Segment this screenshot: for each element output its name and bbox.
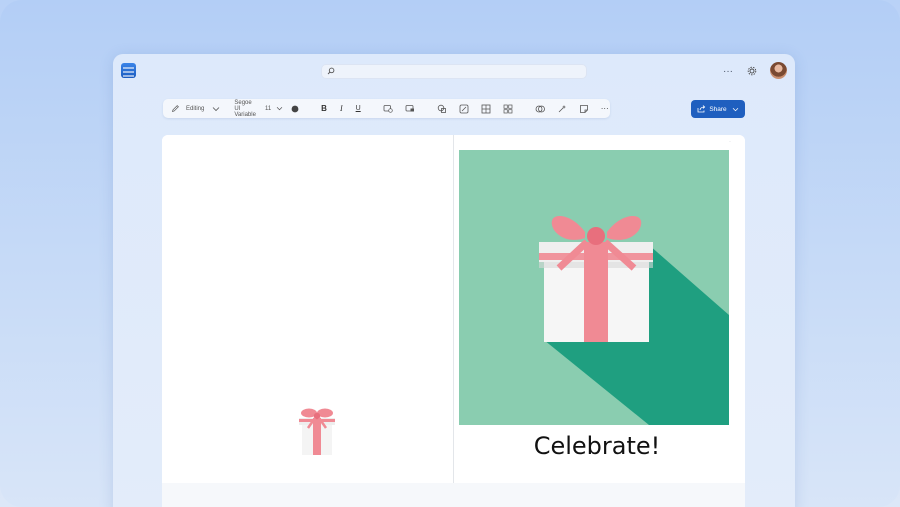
layout-grid-button[interactable] <box>503 104 513 114</box>
toolbar-more-button[interactable]: ··· <box>601 104 609 114</box>
gift-cover-image[interactable] <box>459 150 729 425</box>
grid-add-icon <box>503 104 513 113</box>
editing-mode-label: Editing <box>186 105 205 112</box>
more-options-label: ··· <box>723 65 733 77</box>
font-family-dropdown[interactable]: Segoe UI Variable <box>234 99 256 118</box>
sticker-button[interactable] <box>579 104 589 114</box>
app-window: ··· Editing Segoe UI Variable 11 B I U ·… <box>113 54 795 507</box>
font-color-button[interactable] <box>291 104 299 114</box>
desktop-background: ··· Editing Segoe UI Variable 11 B I U ·… <box>0 0 900 507</box>
picture-icon <box>405 105 414 112</box>
search-icon <box>327 67 335 75</box>
search-input[interactable] <box>321 64 587 79</box>
small-gift-image[interactable] <box>296 406 338 458</box>
cover-title[interactable]: Celebrate! <box>454 432 740 460</box>
sparkle-icon <box>558 104 566 112</box>
chevron-down-icon <box>732 107 738 111</box>
pencil-icon <box>171 105 179 113</box>
italic-label: I <box>339 104 343 113</box>
gear-icon <box>747 66 757 76</box>
chevron-down-icon <box>276 107 283 111</box>
underline-label: U <box>355 105 361 112</box>
underline-button[interactable]: U <box>356 104 361 114</box>
effects-button[interactable] <box>557 104 567 114</box>
edit-image-button[interactable] <box>459 104 469 114</box>
share-icon <box>697 105 706 113</box>
table-icon <box>481 104 491 113</box>
app-logo-icon[interactable] <box>121 63 136 78</box>
image-add-icon <box>383 105 393 113</box>
bold-button[interactable]: B <box>321 104 327 114</box>
chevron-down-icon <box>213 106 220 111</box>
shapes-button[interactable] <box>437 104 447 114</box>
toolbar-more-label: ··· <box>600 104 609 113</box>
insert-picture-button[interactable] <box>405 104 415 114</box>
font-size-label: 11 <box>264 105 272 112</box>
designer-button[interactable] <box>535 104 545 114</box>
image-edit-icon <box>459 104 469 113</box>
font-family-label: Segoe UI Variable <box>234 99 256 118</box>
bold-label: B <box>321 104 327 113</box>
sticker-icon <box>579 104 588 113</box>
shapes-icon <box>437 104 446 113</box>
font-size-dropdown[interactable]: 11 <box>265 99 283 118</box>
share-label: Share <box>709 105 727 113</box>
formatting-toolbar: Editing Segoe UI Variable 11 B I U ··· <box>163 99 610 118</box>
editing-mode-dropdown[interactable]: Editing <box>171 99 220 118</box>
document-canvas[interactable]: · Celebrate! <box>162 135 745 507</box>
share-button[interactable]: Share <box>691 100 745 118</box>
page-cover-right[interactable]: · Celebrate! <box>454 135 745 483</box>
insert-image-button[interactable] <box>383 104 393 114</box>
more-options-button[interactable]: ··· <box>720 63 736 79</box>
page-bottom-area <box>162 483 745 507</box>
page-inner-left[interactable] <box>162 135 453 483</box>
settings-button[interactable] <box>744 63 760 79</box>
table-button[interactable] <box>481 104 491 114</box>
italic-button[interactable]: I <box>340 104 343 114</box>
color-dot-icon <box>291 105 299 112</box>
avatar[interactable] <box>770 62 787 79</box>
corner-marker: · <box>729 139 731 145</box>
designer-icon <box>535 105 545 112</box>
